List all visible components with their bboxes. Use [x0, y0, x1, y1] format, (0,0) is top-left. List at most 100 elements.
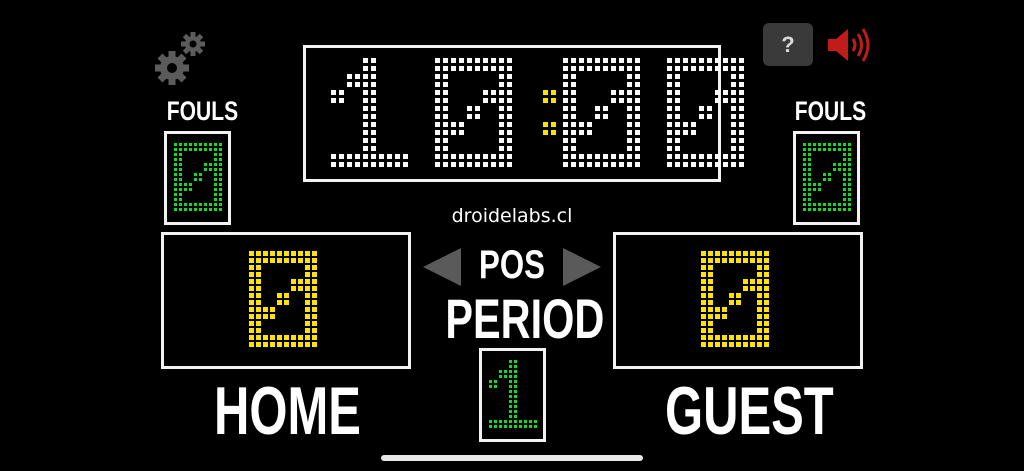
digit-dot — [715, 335, 720, 340]
digit-dot — [595, 114, 600, 119]
digit-dot — [305, 321, 310, 326]
digit-dot — [627, 98, 632, 103]
digit-dot — [284, 300, 289, 305]
digit-dot — [256, 328, 261, 333]
game-clock[interactable] — [303, 45, 744, 182]
digit-dot — [305, 328, 310, 333]
digit-dot — [491, 154, 496, 159]
guest-team-name: GUEST — [665, 373, 834, 449]
digit-dot — [179, 148, 182, 151]
digit-dot — [715, 66, 720, 71]
digit-dot — [249, 293, 254, 298]
digit-dot — [435, 98, 440, 103]
digit-dot — [249, 307, 254, 312]
digit-dot — [611, 154, 616, 159]
digit-dot — [499, 82, 504, 87]
digit-dot — [514, 420, 517, 423]
digit-dot — [284, 335, 289, 340]
digit-dot — [499, 106, 504, 111]
help-button[interactable]: ? — [763, 23, 813, 66]
digit-dot — [731, 82, 736, 87]
digit-dot — [305, 342, 310, 347]
possession-right-arrow[interactable] — [561, 247, 603, 287]
digit-dot — [519, 420, 522, 423]
digit-dot — [739, 130, 744, 135]
digit-dot — [270, 335, 275, 340]
digit-dot — [813, 203, 816, 206]
digit-dot — [507, 146, 512, 151]
digit-dot — [708, 286, 713, 291]
digit-dot — [579, 58, 584, 63]
digit-dot — [708, 314, 713, 319]
digit-dot — [494, 385, 497, 388]
digit-dot — [443, 114, 448, 119]
settings-gears-icon[interactable] — [150, 26, 212, 88]
digit-dot — [587, 162, 592, 167]
digit-dot — [312, 265, 317, 270]
colon-dot — [551, 90, 556, 95]
digit-dot — [256, 314, 261, 319]
digit-dot — [387, 154, 392, 159]
digit-dot — [507, 162, 512, 167]
digit-dot — [743, 342, 748, 347]
digit-dot — [603, 66, 608, 71]
guest-score-display[interactable] — [613, 232, 863, 369]
digit-dot — [305, 272, 310, 277]
digit-dot — [838, 203, 841, 206]
digit-dot — [363, 162, 368, 167]
colon-dot — [543, 90, 548, 95]
digit-dot — [491, 66, 496, 71]
digit-dot — [491, 98, 496, 103]
digit-dot — [363, 114, 368, 119]
digit-dot — [683, 130, 688, 135]
home-score-display[interactable] — [161, 232, 411, 369]
digit-dot — [563, 122, 568, 127]
digit-dot — [443, 106, 448, 111]
digit-dot — [563, 162, 568, 167]
period-display[interactable] — [479, 348, 546, 442]
digit-dot — [507, 138, 512, 143]
digit-dot — [707, 58, 712, 63]
digit-dot — [675, 130, 680, 135]
digit-dot — [731, 66, 736, 71]
digit-dot — [803, 208, 806, 211]
digit-dot — [723, 66, 728, 71]
digit-dot — [209, 208, 212, 211]
digit-dot — [459, 154, 464, 159]
digit-dot — [828, 148, 831, 151]
digit-dot — [270, 258, 275, 263]
digit-dot — [764, 251, 769, 256]
digit-dot — [219, 158, 222, 161]
possession-left-arrow[interactable] — [421, 247, 463, 287]
digit-dot — [514, 410, 517, 413]
digit-dot — [305, 265, 310, 270]
digit-dot — [707, 114, 712, 119]
colon-dot — [543, 122, 548, 127]
digit-dot — [579, 66, 584, 71]
digit-dot — [509, 365, 512, 368]
digit-dot — [828, 203, 831, 206]
digit-dot — [808, 168, 811, 171]
digit-dot — [494, 380, 497, 383]
digit-dot — [808, 148, 811, 151]
home-fouls-display[interactable] — [164, 131, 231, 225]
guest-fouls-display[interactable] — [793, 131, 860, 225]
digit-dot — [635, 66, 640, 71]
digit-dot — [571, 122, 576, 127]
digit-dot — [363, 138, 368, 143]
period-label: PERIOD — [445, 287, 605, 350]
digit-dot — [729, 293, 734, 298]
digit-dot — [563, 138, 568, 143]
digit-dot — [219, 153, 222, 156]
digit-dot — [256, 335, 261, 340]
speaker-icon[interactable] — [826, 26, 872, 64]
home-score-digit — [249, 251, 319, 349]
digit-dot — [611, 162, 616, 167]
digit-dot — [739, 74, 744, 79]
digit-dot — [675, 74, 680, 79]
digit-dot — [848, 208, 851, 211]
digit-dot — [708, 293, 713, 298]
digit-dot — [571, 154, 576, 159]
digit-dot — [563, 146, 568, 151]
digit-dot — [504, 370, 507, 373]
